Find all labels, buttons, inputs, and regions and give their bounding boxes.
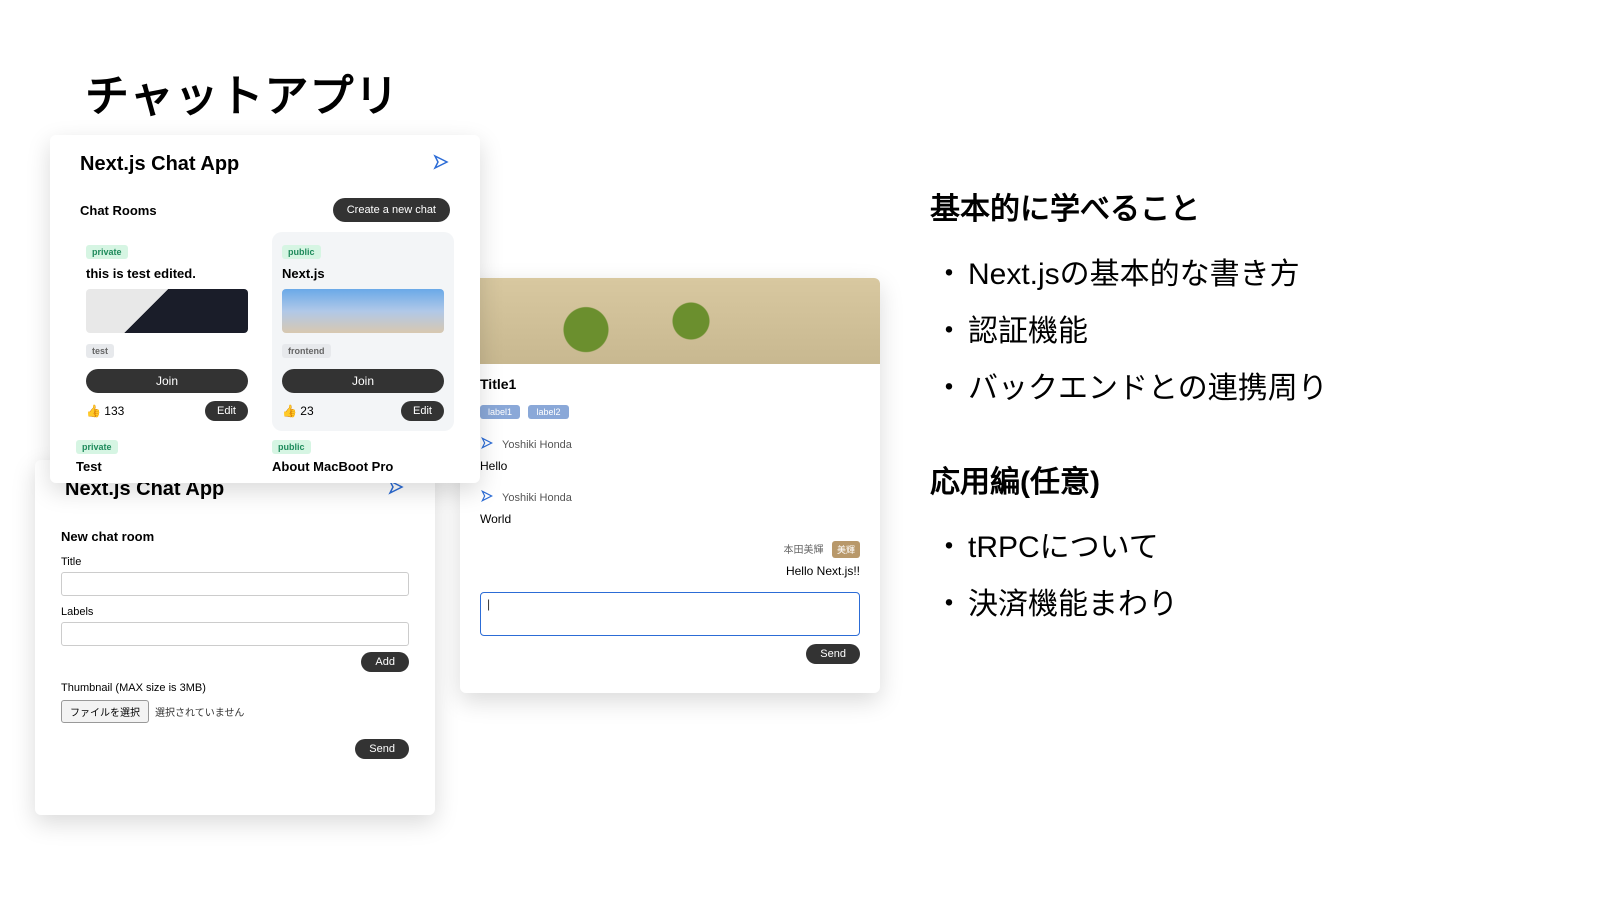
- edit-button[interactable]: Edit: [205, 401, 248, 421]
- message-user: Yoshiki Honda: [502, 492, 572, 504]
- thread-hero-image: [460, 278, 880, 364]
- file-status: 選択されていません: [155, 704, 244, 719]
- labels-label: Labels: [61, 606, 409, 618]
- message: Yoshiki Honda World: [480, 489, 860, 526]
- basic-item: Next.jsの基本的な書き方: [940, 246, 1530, 303]
- room-card[interactable]: public Next.js frontend Join 👍 23 Edit: [272, 232, 454, 431]
- basic-heading: 基本的に学べること: [930, 184, 1530, 228]
- logo-icon: [432, 153, 450, 176]
- edit-button[interactable]: Edit: [401, 401, 444, 421]
- slide-title: チャットアプリ: [85, 60, 400, 124]
- message-text: Hello Next.js!!: [480, 564, 860, 578]
- privacy-badge: private: [76, 440, 118, 454]
- message-text: Hello: [480, 459, 860, 473]
- screenshot-rooms: Next.js Chat App Chat Rooms Create a new…: [50, 135, 480, 483]
- screenshot-newchat: Next.js Chat App New chat room Title Lab…: [35, 460, 435, 815]
- thumbnail-label: Thumbnail (MAX size is 3MB): [61, 682, 409, 694]
- thread-title: Title1: [480, 376, 860, 392]
- message: Yoshiki Honda Hello: [480, 436, 860, 473]
- send-button[interactable]: Send: [355, 739, 409, 759]
- add-button[interactable]: Add: [361, 652, 409, 672]
- room-title: Test: [76, 459, 258, 474]
- basic-item: 認証機能: [940, 303, 1530, 360]
- advanced-heading: 応用編(任意): [930, 457, 1530, 501]
- message-user: Yoshiki Honda: [502, 439, 572, 451]
- file-select-button[interactable]: ファイルを選択: [61, 700, 149, 723]
- room-card-partial[interactable]: private Test: [76, 437, 258, 474]
- screenshot-thread: Title1 label1 label2 Yoshiki Honda Hello…: [460, 278, 880, 693]
- basic-item: バックエンドとの連携周り: [940, 360, 1530, 417]
- privacy-badge: public: [282, 245, 321, 259]
- room-tag: test: [86, 344, 114, 358]
- like-count: 👍 23: [282, 404, 314, 418]
- thread-label: label2: [528, 405, 568, 419]
- privacy-badge: public: [272, 440, 311, 454]
- room-card-partial[interactable]: public About MacBoot Pro: [272, 437, 454, 474]
- message-own: 本田美輝 美輝 Hello Next.js!!: [480, 540, 860, 578]
- avatar-chip: 美輝: [832, 541, 860, 558]
- room-title: About MacBoot Pro: [272, 459, 454, 474]
- labels-input[interactable]: [61, 622, 409, 646]
- title-label: Title: [61, 556, 409, 568]
- thread-label: label1: [480, 405, 520, 419]
- message-text: World: [480, 512, 860, 526]
- rooms-heading: Chat Rooms: [80, 203, 157, 218]
- user-icon: [480, 436, 494, 453]
- compose-input[interactable]: |: [480, 592, 860, 636]
- title-input[interactable]: [61, 572, 409, 596]
- join-button[interactable]: Join: [282, 369, 444, 393]
- like-count: 👍 133: [86, 404, 124, 418]
- room-thumbnail: [282, 289, 444, 333]
- room-thumbnail: [86, 289, 248, 333]
- learning-summary: 基本的に学べること Next.jsの基本的な書き方 認証機能 バックエンドとの連…: [930, 160, 1530, 633]
- user-icon: [480, 489, 494, 506]
- app-title: Next.js Chat App: [80, 153, 239, 176]
- create-chat-button[interactable]: Create a new chat: [333, 198, 450, 222]
- room-card[interactable]: private this is test edited. test Join 👍…: [76, 232, 258, 431]
- send-button[interactable]: Send: [806, 644, 860, 664]
- form-heading: New chat room: [61, 529, 409, 544]
- advanced-item: tRPCについて: [940, 519, 1530, 576]
- privacy-badge: private: [86, 245, 128, 259]
- message-user: 本田美輝: [784, 545, 824, 556]
- room-title: this is test edited.: [86, 266, 248, 281]
- advanced-item: 決済機能まわり: [940, 576, 1530, 633]
- room-tag: frontend: [282, 344, 331, 358]
- room-title: Next.js: [282, 266, 444, 281]
- join-button[interactable]: Join: [86, 369, 248, 393]
